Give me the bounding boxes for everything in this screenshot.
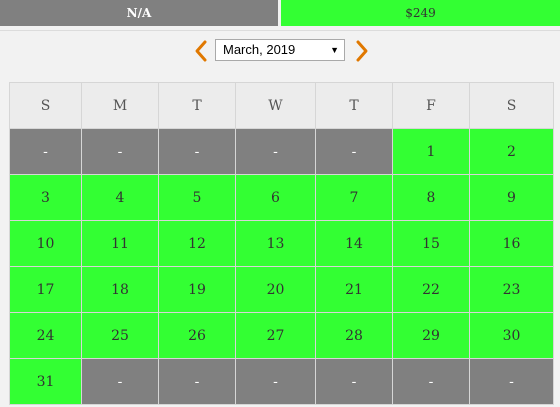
calendar-day-unavailable: - <box>315 128 393 175</box>
month-select-value: March, 2019 <box>223 42 296 57</box>
calendar-day-available[interactable]: 14 <box>315 220 393 267</box>
calendar-day-unavailable: - <box>158 128 236 175</box>
calendar-day-available[interactable]: 20 <box>235 266 316 313</box>
calendar-day-available[interactable]: 25 <box>81 312 159 359</box>
caret-down-icon: ▼ <box>330 45 339 55</box>
calendar-week-row: 3456789 <box>9 174 554 221</box>
calendar-week-row: -----12 <box>9 128 554 175</box>
calendar-grid: SMTWTFS - - - - -1 2 3 4 5 6 7 8 9 10 11 12 13 14 15 16 17 18… <box>9 82 554 405</box>
availability-legend: N/A $249 <box>0 0 560 26</box>
calendar-day-available[interactable]: 18 <box>81 266 159 313</box>
calendar-day-unavailable: - <box>235 128 316 175</box>
calendar-day-available[interactable]: 13 <box>235 220 316 267</box>
calendar-day-available[interactable]: 30 <box>469 312 554 359</box>
calendar-week-row: 10 11 12 13 14 15 16 <box>9 220 554 267</box>
calendar-day-available[interactable]: 11 <box>81 220 159 267</box>
prev-month-button[interactable] <box>191 38 211 64</box>
weekday-header-row: SMTWTFS <box>9 82 554 129</box>
calendar-day-available[interactable]: 23 <box>469 266 554 313</box>
weekday-header: T <box>158 82 236 129</box>
month-navigation: March, 2019 ▼ <box>0 38 560 64</box>
next-month-button[interactable] <box>352 38 372 64</box>
calendar-day-available[interactable]: 22 <box>392 266 470 313</box>
calendar-week-row: 17 18 19 20 21 22 23 <box>9 266 554 313</box>
calendar-day-available[interactable]: 27 <box>235 312 316 359</box>
weekday-header: W <box>235 82 316 129</box>
legend-price: $249 <box>281 0 560 26</box>
calendar-day-available[interactable]: 12 <box>158 220 236 267</box>
weekday-header: F <box>392 82 470 129</box>
weekday-header: S <box>469 82 554 129</box>
calendar-day-unavailable: - <box>81 128 159 175</box>
calendar-week-row: 31- - - - - - <box>9 358 554 405</box>
calendar-day-available[interactable]: 28 <box>315 312 393 359</box>
calendar-day-available[interactable]: 9 <box>469 174 554 221</box>
calendar-day-unavailable: - <box>235 358 316 405</box>
calendar-day-available[interactable]: 19 <box>158 266 236 313</box>
calendar-day-unavailable: - <box>315 358 393 405</box>
weekday-header: T <box>315 82 393 129</box>
calendar-day-available[interactable]: 16 <box>469 220 554 267</box>
divider <box>0 30 560 31</box>
calendar-day-unavailable: - <box>392 358 470 405</box>
calendar-day-available[interactable]: 31 <box>9 358 82 405</box>
calendar-day-available[interactable]: 4 <box>81 174 159 221</box>
chevron-right-icon <box>356 40 368 62</box>
calendar-day-available[interactable]: 1 <box>392 128 470 175</box>
calendar-day-available[interactable]: 15 <box>392 220 470 267</box>
legend-not-available: N/A <box>0 0 278 26</box>
calendar-day-unavailable: - <box>469 358 554 405</box>
month-select[interactable]: March, 2019 ▼ <box>215 39 345 61</box>
calendar-day-available[interactable]: 7 <box>315 174 393 221</box>
calendar-day-available[interactable]: 6 <box>235 174 316 221</box>
calendar-day-available[interactable]: 17 <box>9 266 82 313</box>
calendar-body: - - - - -1 2 3 4 5 6 7 8 9 10 11 12 13 14 15 16 17 18 19 20 21 22… <box>9 128 554 405</box>
calendar-day-available[interactable]: 10 <box>9 220 82 267</box>
calendar-day-available[interactable]: 2 <box>469 128 554 175</box>
weekday-header: M <box>81 82 159 129</box>
calendar-day-unavailable: - <box>9 128 82 175</box>
calendar-day-available[interactable]: 29 <box>392 312 470 359</box>
calendar-day-unavailable: - <box>81 358 159 405</box>
calendar-day-available[interactable]: 26 <box>158 312 236 359</box>
weekday-header: S <box>9 82 82 129</box>
calendar-day-available[interactable]: 8 <box>392 174 470 221</box>
calendar-day-available[interactable]: 21 <box>315 266 393 313</box>
calendar-week-row: 24 25 26 27 28 29 30 <box>9 312 554 359</box>
chevron-left-icon <box>195 40 207 62</box>
calendar-day-unavailable: - <box>158 358 236 405</box>
calendar-day-available[interactable]: 3 <box>9 174 82 221</box>
calendar-day-available[interactable]: 5 <box>158 174 236 221</box>
calendar-day-available[interactable]: 24 <box>9 312 82 359</box>
